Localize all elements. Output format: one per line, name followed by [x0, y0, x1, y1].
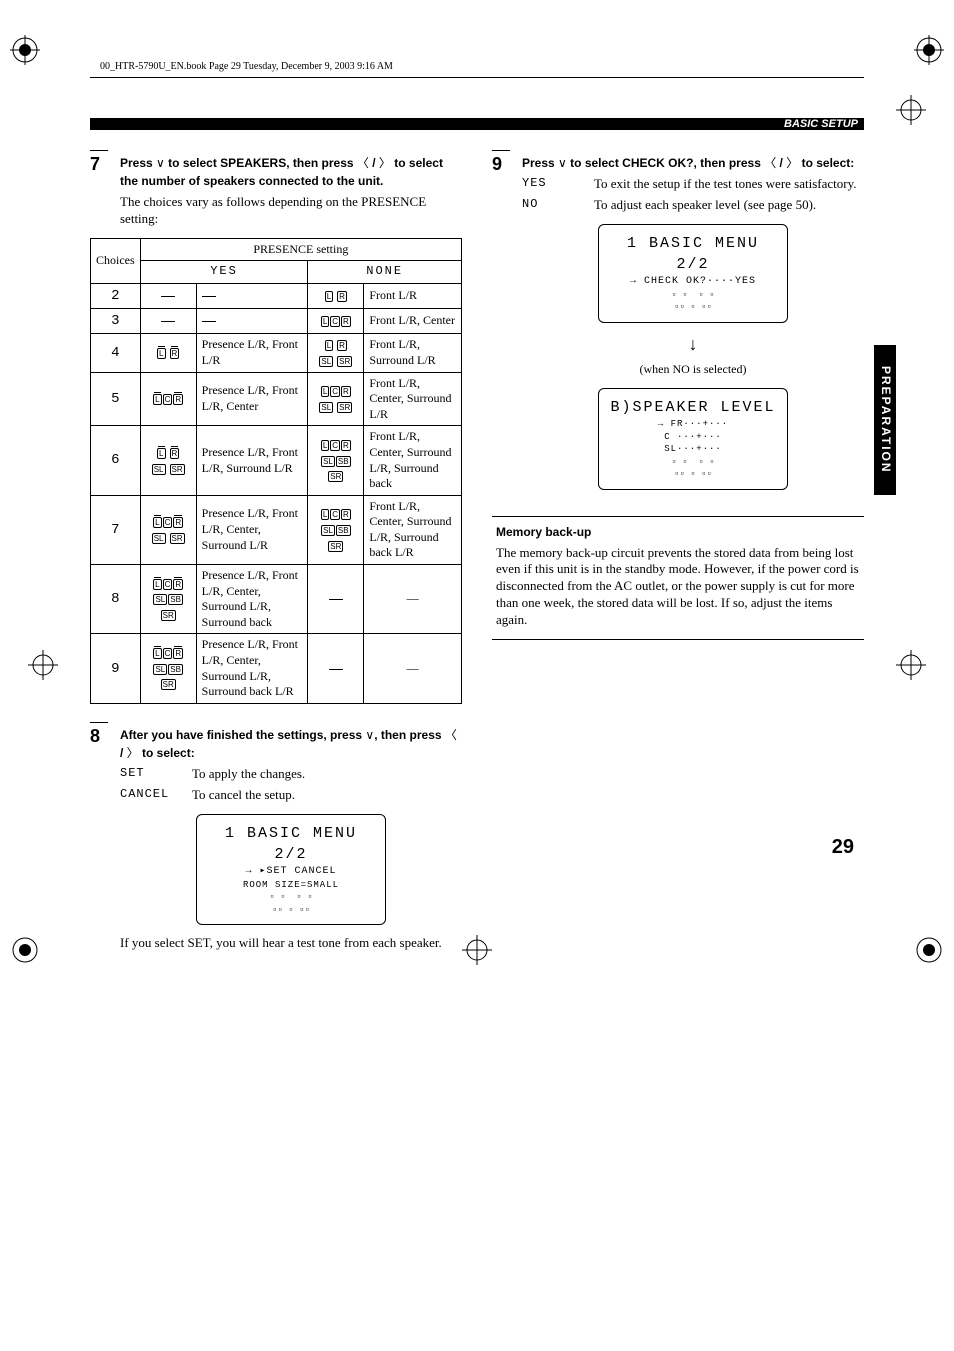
side-tab: PREPARATION: [874, 345, 896, 495]
table-row: 3 LCR Front L/R, Center: [91, 309, 462, 334]
step-8: 8 After you have finished the settings, …: [90, 722, 462, 952]
down-icon: ∨: [365, 728, 374, 742]
lcd-display-basic-menu: 1 BASIC MENU 2/2 → ▸SET CANCEL ROOM SIZE…: [196, 814, 386, 926]
down-icon: ∨: [558, 156, 567, 170]
left-icon: 〈: [357, 156, 369, 170]
step-8-note: If you select SET, you will hear a test …: [120, 935, 462, 952]
right-icon: 〉: [379, 156, 391, 170]
step-9: 9 Press ∨ to select CHECK OK?, then pres…: [492, 150, 864, 500]
down-arrow-icon: ↓: [522, 333, 864, 356]
section-bar: BASIC SETUP: [90, 118, 864, 130]
registration-mark-icon: [10, 935, 40, 965]
table-row: 2 L R Front L/R: [91, 283, 462, 308]
table-row: 4 L R Presence L/R, Front L/R L RSL SR F…: [91, 334, 462, 372]
registration-mark-icon: [914, 35, 944, 65]
step-7-instruction: Press ∨ to select SPEAKERS, then press 〈…: [120, 154, 462, 190]
registration-mark-icon: [914, 935, 944, 965]
th-yes: YES: [140, 261, 308, 284]
step-number: 9: [492, 150, 510, 500]
speaker-table: Choices PRESENCE setting YES NONE 2 L R …: [90, 238, 462, 704]
down-icon: ∨: [156, 156, 165, 170]
table-row: 9 LCRSLSBSR Presence L/R, Front L/R, Cen…: [91, 634, 462, 703]
side-tab-label: PREPARATION: [877, 366, 893, 474]
memory-title: Memory back-up: [496, 525, 860, 541]
option-yes: YES To exit the setup if the test tones …: [522, 176, 864, 193]
memory-backup-box: Memory back-up The memory back-up circui…: [492, 516, 864, 640]
table-row: 6 L RSL SR Presence L/R, Front L/R, Surr…: [91, 426, 462, 495]
right-column: 9 Press ∨ to select CHECK OK?, then pres…: [492, 150, 864, 960]
step-7: 7 Press ∨ to select SPEAKERS, then press…: [90, 150, 462, 228]
step-8-instruction: After you have finished the settings, pr…: [120, 726, 462, 762]
step-7-desc: The choices vary as follows depending on…: [120, 194, 462, 228]
header-rule: [90, 77, 864, 78]
lcd-display-speaker-level: B)SPEAKER LEVEL → FR···+··· C ···+··· SL…: [598, 388, 788, 490]
option-set: SET To apply the changes.: [120, 766, 462, 783]
crop-mark-icon: [896, 95, 926, 125]
memory-body: The memory back-up circuit prevents the …: [496, 545, 860, 629]
step-number: 8: [90, 722, 108, 952]
left-icon: 〈: [445, 728, 457, 742]
step-number: 7: [90, 150, 108, 228]
left-column: 7 Press ∨ to select SPEAKERS, then press…: [90, 150, 462, 960]
step-9-instruction: Press ∨ to select CHECK OK?, then press …: [522, 154, 864, 172]
crop-mark-icon: [28, 650, 58, 680]
crop-mark-icon: [896, 650, 926, 680]
option-cancel: CANCEL To cancel the setup.: [120, 787, 462, 804]
table-row: 7 LCRSL SR Presence L/R, Front L/R, Cent…: [91, 495, 462, 564]
right-icon: 〉: [786, 156, 798, 170]
arrow-caption: (when NO is selected): [522, 362, 864, 378]
th-presence: PRESENCE setting: [140, 238, 461, 261]
th-none: NONE: [308, 261, 462, 284]
section-label: BASIC SETUP: [784, 117, 858, 131]
page-number: 29: [832, 834, 854, 860]
table-row: 8 LCRSLSBSR Presence L/R, Front L/R, Cen…: [91, 565, 462, 634]
left-icon: 〈: [764, 156, 776, 170]
table-row: 5 LCR Presence L/R, Front L/R, Center LC…: [91, 372, 462, 426]
file-header: 00_HTR-5790U_EN.book Page 29 Tuesday, De…: [90, 60, 864, 73]
lcd-display-check-ok: 1 BASIC MENU 2/2 → CHECK OK?····YES ▫ ▫ …: [598, 224, 788, 323]
right-icon: 〉: [127, 746, 139, 760]
th-choices: Choices: [91, 238, 141, 283]
registration-mark-icon: [10, 35, 40, 65]
option-no: NO To adjust each speaker level (see pag…: [522, 197, 864, 214]
registration-mark-icon: [462, 935, 492, 965]
